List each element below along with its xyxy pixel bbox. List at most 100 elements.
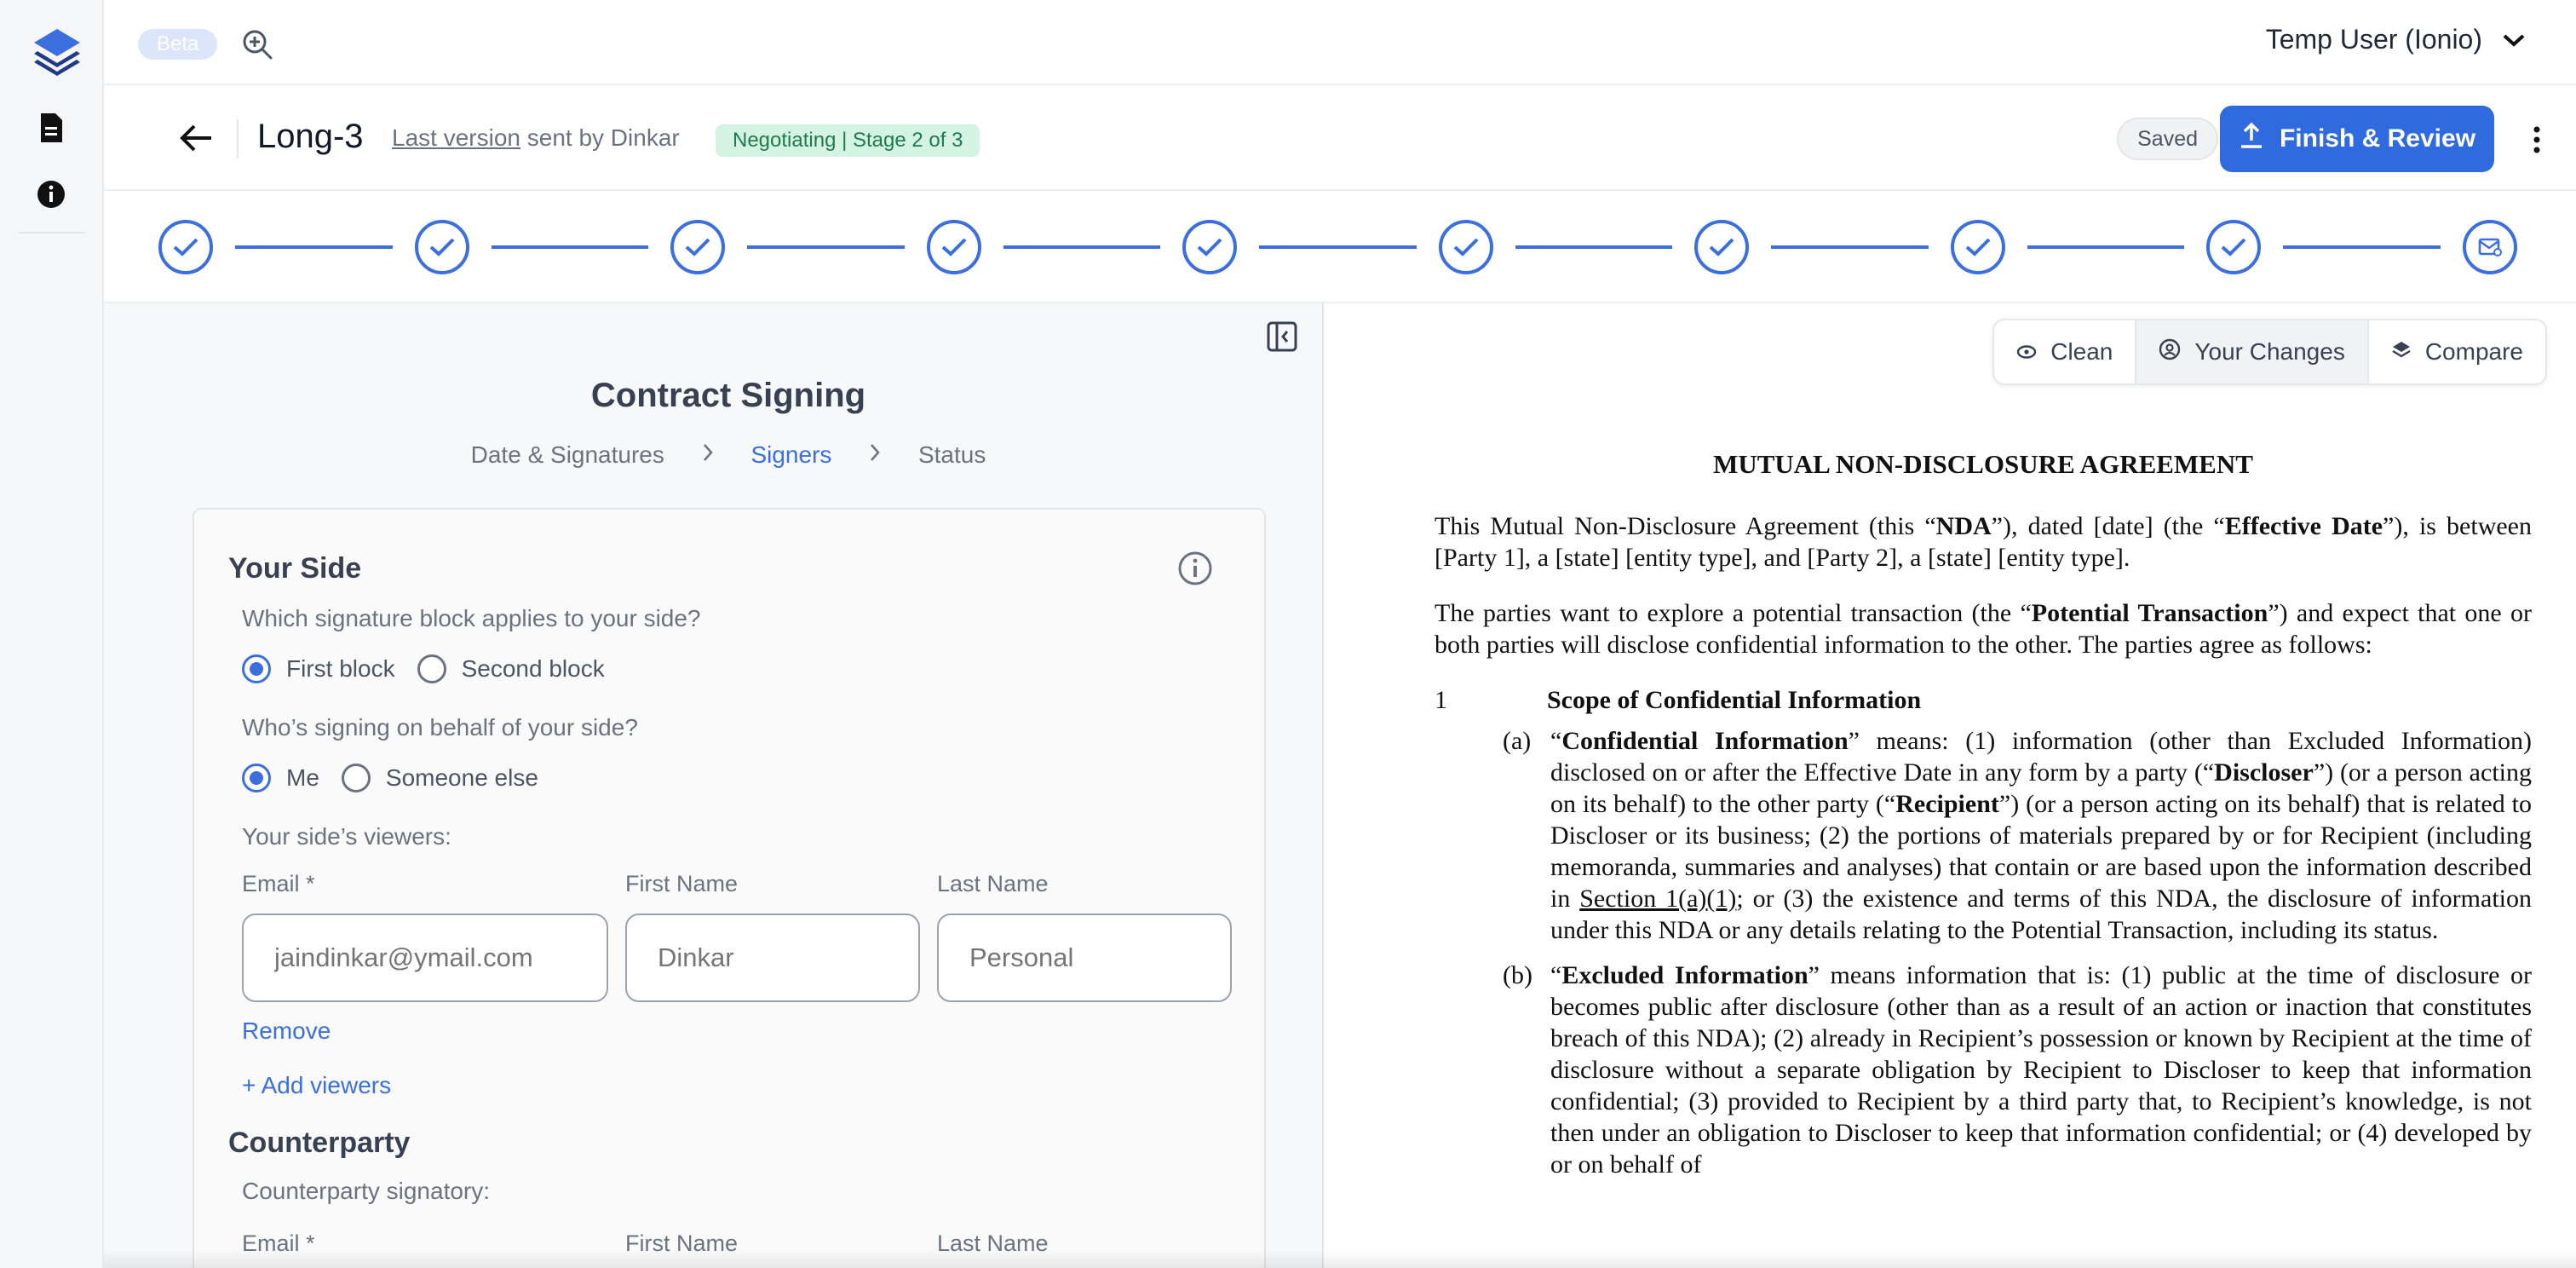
more-options-icon[interactable] [2528,123,2545,157]
radio-someone-else[interactable] [341,764,371,792]
step-check-icon[interactable] [158,220,213,274]
collapse-panel-icon[interactable] [1266,320,1298,353]
step-envelope-icon[interactable] [2462,220,2517,274]
second-block-label: Second block [461,655,605,682]
step-connector [1771,245,1929,249]
version-suffix: sent by Dinkar [520,124,680,151]
step-connector [2027,245,2184,249]
left-rail [0,0,104,1268]
remove-viewer-link[interactable]: Remove [242,1017,331,1045]
signing-panel: Contract Signing Date & Signatures Signe… [104,303,1322,1268]
viewer-last-name-field[interactable] [937,914,1232,1002]
step-connector [747,245,905,249]
nda-document: MUTUAL NON-DISCLOSURE AGREEMENT This Mut… [1435,448,2532,1194]
step-connector [1003,245,1160,249]
section-number: 1 [1435,686,1447,714]
breadcrumb-status[interactable]: Status [918,441,986,469]
step-check-icon[interactable] [926,220,981,274]
step-check-icon[interactable] [1694,220,1749,274]
viewers-label: Your side’s viewers: [242,823,451,850]
tab-clean[interactable]: Clean [1994,320,2137,383]
tab-your-changes[interactable]: Your Changes [2136,320,2369,383]
nda-intro-paragraph: This Mutual Non-Disclosure Agreement (th… [1435,512,2532,572]
user-menu[interactable]: Temp User (Ionio) [2266,24,2527,55]
step-connector [491,245,648,249]
chevron-down-icon [2501,24,2527,55]
stage-badge: Negotiating | Stage 2 of 3 [716,124,980,157]
layers-logo-icon[interactable] [31,26,83,80]
behalf-options: Me Someone else [242,764,561,792]
section-title: Scope of Confidential Information [1547,686,1922,714]
step-connector [235,245,393,249]
step-check-icon[interactable] [414,220,469,274]
signature-block-question: Which signature block applies to your si… [242,605,701,631]
tab-compare[interactable]: Compare [2369,320,2545,383]
viewer-first-name-field[interactable] [625,914,920,1002]
nda-purpose-paragraph: The parties want to explore a potential … [1435,599,2533,659]
bottom-shadow [104,1249,2576,1268]
clause-marker: (a) [1503,727,1532,755]
document-title: Long-3 [257,118,364,155]
info-icon[interactable] [36,177,66,211]
your-side-title: Your Side [228,552,362,585]
viewer-email-field[interactable] [242,914,608,1002]
beta-badge: Beta [138,29,218,60]
view-mode-tabs: Clean Your Changes Compare [1992,319,2547,385]
chevron-right-icon [869,441,881,469]
radio-second-block[interactable] [417,654,446,683]
document-preview-panel: Clean Your Changes Compare MUTUAL NON-DI… [1322,303,2576,1268]
header-divider [237,119,239,158]
tab-your-changes-label: Your Changes [2194,338,2345,365]
signing-breadcrumb: Date & Signatures Signers Status [104,441,1353,469]
chevron-right-icon [702,441,714,469]
section-reference-link[interactable]: Section 1(a)(1) [1579,885,1736,913]
me-label: Me [286,764,319,791]
zoom-in-icon[interactable] [240,27,274,61]
clause-1b: (b) “Excluded Information” means informat… [1503,961,2532,1179]
section-1-heading: 1 Scope of Confidential Information [1435,684,2532,725]
document-header: Long-3 Last version sent by Dinkar Negot… [104,85,2576,191]
user-name: Temp User (Ionio) [2265,24,2482,55]
step-check-icon[interactable] [670,220,725,274]
breadcrumb-date-signatures[interactable]: Date & Signatures [471,441,664,469]
step-connector [2283,245,2441,249]
first-block-label: First block [286,655,395,682]
step-check-icon[interactable] [1182,220,1237,274]
first-name-label: First Name [625,871,739,896]
signers-card: Your Side Which signature block applies … [193,508,1266,1268]
info-circle-icon[interactable] [1177,550,1213,586]
finish-review-label: Finish & Review [2279,124,2476,153]
document-heading: MUTUAL NON-DISCLOSURE AGREEMENT [1713,449,2253,479]
step-check-icon[interactable] [2206,220,2261,274]
step-check-icon[interactable] [1438,220,1493,274]
last-name-label: Last Name [937,871,1049,896]
step-check-icon[interactable] [1950,220,2005,274]
progress-stepper [104,191,2576,303]
last-version-link[interactable]: Last version [392,124,520,151]
behalf-question: Who’s signing on behalf of your side? [242,714,638,741]
radio-me[interactable] [242,764,271,792]
counterparty-title: Counterparty [228,1127,411,1159]
signature-block-options: First block Second block [242,654,627,683]
step-connector [1259,245,1417,249]
layers-icon [2391,338,2412,366]
tab-clean-label: Clean [2050,338,2113,365]
version-info: Last version sent by Dinkar [392,124,680,152]
saved-status: Saved [2117,118,2218,160]
email-label: Email * [242,871,315,896]
eye-icon [2016,338,2037,366]
add-viewers-link[interactable]: + Add viewers [242,1072,391,1099]
upload-icon [2239,122,2264,156]
clause-marker: (b) [1503,961,1532,989]
arrow-left-icon[interactable] [177,123,215,153]
tab-compare-label: Compare [2424,338,2523,365]
counterparty-signatory-label: Counterparty signatory: [242,1178,491,1204]
radio-first-block[interactable] [242,654,271,683]
breadcrumb-signers[interactable]: Signers [750,441,831,469]
top-bar: Beta Temp User (Ionio) [104,0,2576,85]
someone-else-label: Someone else [385,764,538,791]
document-icon[interactable] [36,111,66,145]
rail-divider [19,232,85,233]
finish-review-button[interactable]: Finish & Review [2220,106,2494,172]
step-connector [1515,245,1672,249]
